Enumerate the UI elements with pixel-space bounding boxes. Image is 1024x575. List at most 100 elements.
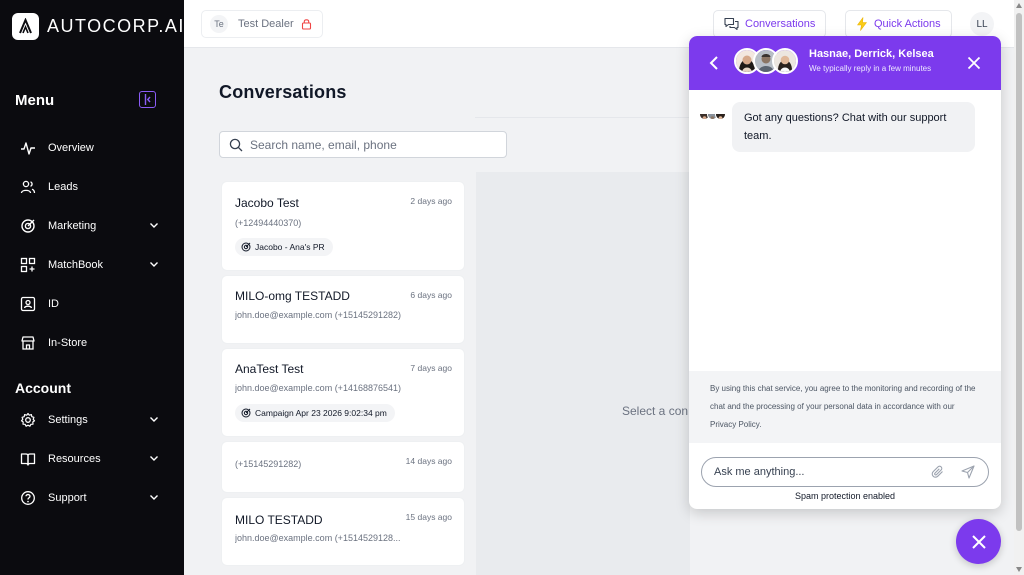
conversation-item[interactable]: AnaTest Test 7 days ago john.doe@example… [222, 349, 464, 436]
chevron-down-icon [150, 456, 158, 461]
agent-message: Got any questions? Chat with our support… [732, 102, 975, 152]
contact-details: john.doe@example.com (+1514529128... [235, 533, 401, 543]
logo-text: AUTOCORP.AI [47, 16, 185, 36]
sidebar-item-matchbook[interactable]: MatchBook [20, 253, 170, 277]
close-icon [971, 534, 986, 549]
sidebar-item-settings[interactable]: Settings [20, 408, 170, 432]
conversation-time: 15 days ago [405, 512, 452, 522]
privacy-notice: By using this chat service, you agree to… [689, 371, 1001, 443]
scroll-thumb[interactable] [1016, 13, 1022, 531]
sidebar-item-id[interactable]: ID [20, 292, 170, 316]
sidebar-item-marketing[interactable]: Marketing [20, 214, 170, 238]
agent-avatar [715, 109, 726, 120]
agent-names: Hasnae, Derrick, Kelsea [809, 48, 934, 60]
sidebar-item-label: MatchBook [48, 259, 104, 271]
chat-input-box[interactable] [701, 457, 989, 487]
lock-icon [301, 19, 311, 30]
chevron-down-icon [150, 417, 158, 422]
sidebar-item-label: Leads [48, 181, 78, 193]
chat-header: Hasnae, Derrick, Kelsea We typically rep… [689, 36, 1001, 90]
sidebar-item-label: Settings [48, 414, 88, 426]
sidebar: AUTOCORP.AI Menu Overview Leads Marketin… [0, 0, 184, 575]
spam-protection-text: Spam protection enabled [794, 491, 896, 501]
target-icon [20, 218, 36, 234]
logo-mark-icon [12, 13, 39, 40]
conversations-button-label: Conversations [745, 18, 816, 30]
message-avatars [699, 109, 726, 120]
contact-details: (+12494440370) [235, 218, 302, 228]
conversation-item[interactable]: MILO TESTADD 15 days ago john.doe@exampl… [222, 498, 464, 565]
search-box[interactable] [219, 131, 507, 158]
logo[interactable]: AUTOCORP.AI [12, 13, 185, 40]
sidebar-item-label: Resources [48, 453, 101, 465]
users-icon [20, 179, 36, 195]
conversation-time: 6 days ago [410, 290, 452, 300]
search-icon [229, 138, 243, 151]
id-card-icon [20, 296, 36, 312]
sidebar-item-in-store[interactable]: In-Store [20, 331, 170, 355]
contact-details: john.doe@example.com (+15145291282) [235, 310, 401, 320]
sidebar-item-resources[interactable]: Resources [20, 447, 170, 471]
agent-avatars [734, 48, 798, 74]
empty-state-text: Select a con [622, 404, 689, 418]
store-icon [20, 335, 36, 351]
sidebar-item-support[interactable]: Support [20, 486, 170, 510]
conversations-button[interactable]: Conversations [713, 10, 827, 38]
contact-name: Jacobo Test [235, 196, 299, 210]
quick-actions-button-label: Quick Actions [874, 18, 941, 30]
page-title: Conversations [219, 82, 347, 102]
quick-actions-button[interactable]: Quick Actions [845, 10, 952, 38]
target-icon [241, 242, 251, 252]
activity-icon [20, 140, 36, 156]
sidebar-item-leads[interactable]: Leads [20, 175, 170, 199]
sidebar-item-label: Support [48, 492, 87, 504]
campaign-tag-label: Campaign Apr 23 2026 9:02:34 pm [255, 408, 387, 418]
reply-time-text: We typically reply in a few minutes [809, 64, 932, 73]
paperclip-icon[interactable] [931, 465, 945, 479]
scroll-down-arrow-icon[interactable] [1016, 567, 1022, 572]
close-icon[interactable] [967, 56, 981, 70]
chat-message-input[interactable] [714, 466, 914, 478]
user-avatar[interactable]: LL [970, 12, 994, 36]
conversation-time: 14 days ago [405, 456, 452, 466]
dealer-selector[interactable]: Te Test Dealer [201, 10, 323, 38]
chevron-down-icon [150, 223, 158, 228]
campaign-tag-label: Jacobo - Ana's PR [255, 242, 325, 252]
support-chat-widget: Hasnae, Derrick, Kelsea We typically rep… [689, 36, 1001, 509]
lightning-icon [857, 17, 867, 31]
sidebar-item-overview[interactable]: Overview [20, 136, 170, 160]
contact-name: MILO TESTADD [235, 513, 323, 527]
contact-name: AnaTest Test [235, 362, 304, 376]
conversation-item[interactable]: Jacobo Test 2 days ago (+12494440370) Ja… [222, 182, 464, 270]
sidebar-item-label: ID [48, 298, 59, 310]
sidebar-item-label: In-Store [48, 337, 88, 349]
book-icon [20, 451, 36, 467]
campaign-tag: Jacobo - Ana's PR [235, 238, 333, 256]
gear-icon [20, 412, 36, 428]
contact-details: john.doe@example.com (+14168876541) [235, 383, 401, 393]
contact-name: MILO-omg TESTADD [235, 289, 350, 303]
chat-launcher-button[interactable] [956, 519, 1001, 564]
chevron-down-icon [150, 495, 158, 500]
chat-bubbles-icon [724, 17, 739, 31]
campaign-tag: Campaign Apr 23 2026 9:02:34 pm [235, 404, 395, 422]
back-arrow-icon[interactable] [709, 55, 719, 71]
search-input[interactable] [250, 137, 490, 152]
send-icon[interactable] [961, 465, 975, 479]
help-icon [20, 490, 36, 506]
conversation-list: Jacobo Test 2 days ago (+12494440370) Ja… [219, 172, 476, 575]
sidebar-collapse-button[interactable] [139, 91, 156, 108]
scroll-up-arrow-icon[interactable] [1016, 3, 1022, 8]
conversation-item[interactable]: (+15145291282) 14 days ago [222, 442, 464, 492]
target-icon [241, 408, 251, 418]
menu-title: Menu [15, 92, 55, 109]
collapse-icon [144, 94, 151, 105]
contact-details: (+15145291282) [235, 459, 302, 469]
sidebar-item-label: Marketing [48, 220, 97, 232]
sidebar-item-label: Overview [48, 142, 94, 154]
grid-plus-icon [20, 257, 36, 273]
conversation-item[interactable]: MILO-omg TESTADD 6 days ago john.doe@exa… [222, 276, 464, 343]
conversation-detail-pane: Select a con [476, 172, 690, 575]
page-scrollbar[interactable] [1014, 0, 1024, 575]
conversation-time: 2 days ago [410, 196, 452, 206]
